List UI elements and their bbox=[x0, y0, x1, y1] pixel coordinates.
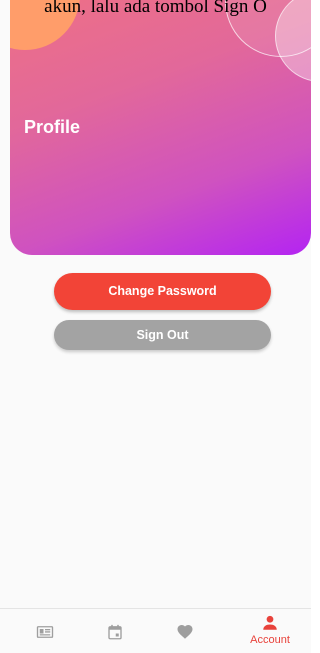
nav-item-account[interactable]: Account bbox=[235, 609, 305, 653]
nav-item-calendar[interactable] bbox=[80, 609, 150, 653]
calendar-icon bbox=[108, 624, 122, 640]
newspaper-icon bbox=[36, 626, 54, 638]
bottom-navigation: Account bbox=[0, 608, 311, 653]
app-screen: akun, lalu ada tombol Sign O Profile Cha… bbox=[0, 0, 311, 653]
person-icon bbox=[263, 615, 277, 630]
heart-icon bbox=[177, 624, 193, 639]
nav-label-account: Account bbox=[250, 634, 290, 646]
nav-item-news[interactable] bbox=[10, 609, 80, 653]
sign-out-button[interactable]: Sign Out bbox=[54, 320, 271, 350]
change-password-button[interactable]: Change Password bbox=[54, 273, 271, 310]
page-title: Profile bbox=[24, 117, 81, 137]
nav-item-favorites[interactable] bbox=[150, 609, 220, 653]
overlay-caption: akun, lalu ada tombol Sign O bbox=[44, 0, 267, 17]
profile-header: Profile bbox=[10, 0, 311, 255]
